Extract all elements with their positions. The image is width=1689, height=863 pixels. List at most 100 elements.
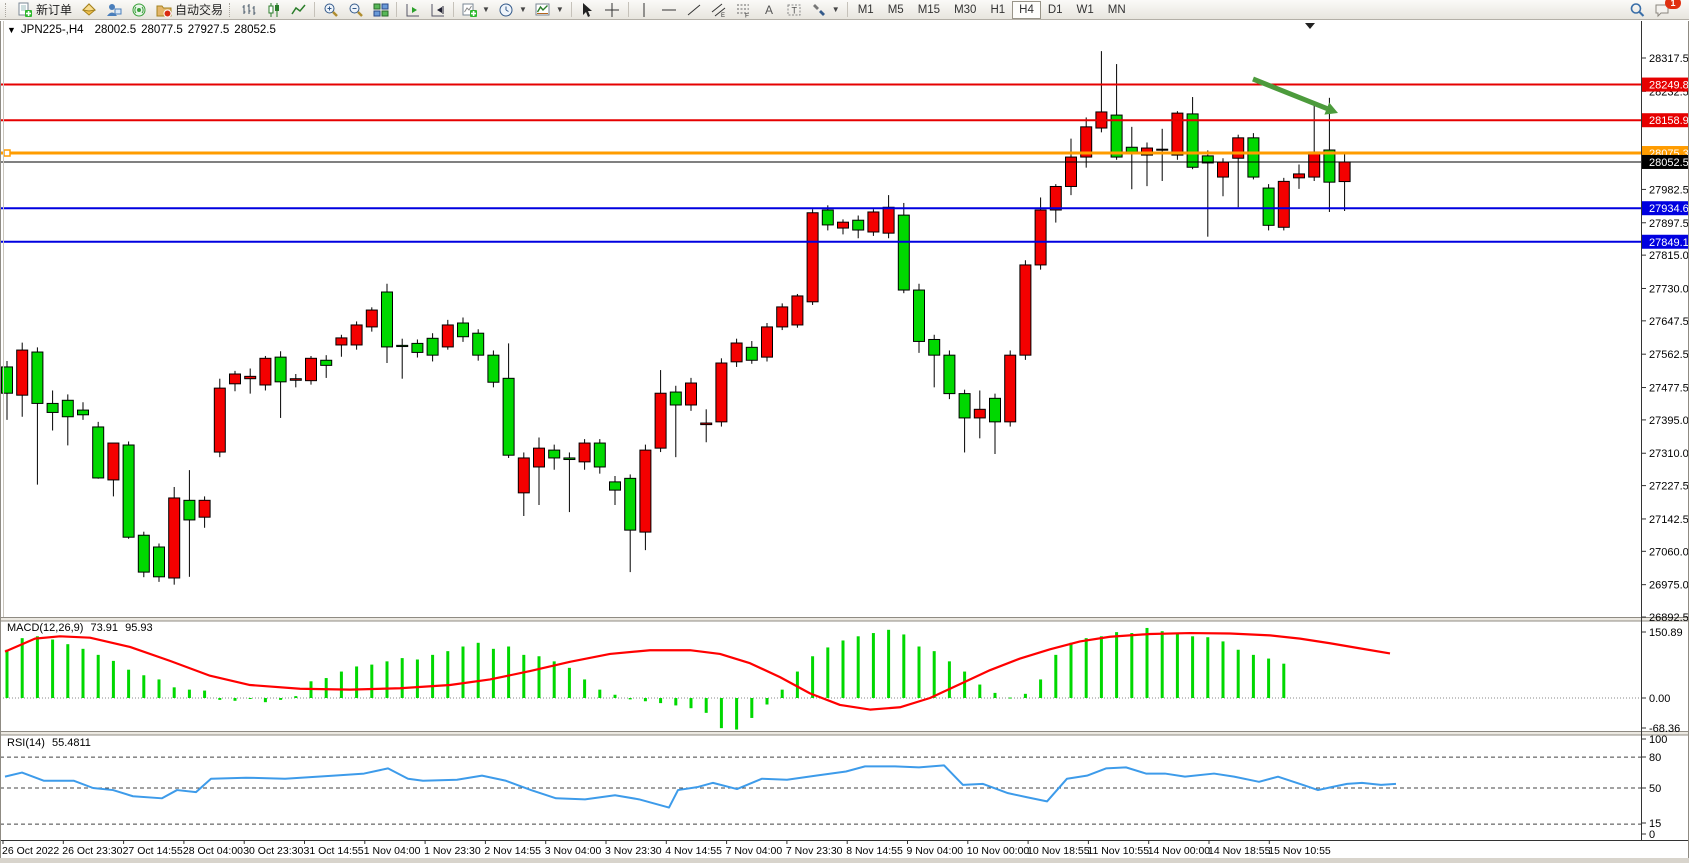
chart-background <box>0 21 1689 863</box>
toolbar-drag-handle[interactable] <box>5 3 10 17</box>
chart-shift-icon[interactable] <box>425 1 450 19</box>
bull-candle <box>701 423 712 425</box>
new-chart-icon <box>461 2 478 18</box>
trendline-icon[interactable] <box>682 1 707 19</box>
price-tick-label: 27477.5 <box>1649 383 1689 395</box>
time-tick-label: 1 Nov 23:30 <box>424 845 481 857</box>
macd-histogram-bar <box>492 649 495 698</box>
toolbar-drag-handle[interactable] <box>229 3 234 17</box>
price-badge-label: 28249.8 <box>1649 80 1689 92</box>
bull-candle <box>1218 162 1229 177</box>
fibonacci-icon[interactable]: F <box>732 1 757 19</box>
bear-candle <box>929 339 940 355</box>
bear-candle <box>62 400 73 416</box>
bear-candle <box>594 443 605 467</box>
bear-candle <box>473 333 484 355</box>
panel-splitter[interactable] <box>0 732 1689 736</box>
zoom-out-icon[interactable] <box>343 1 368 19</box>
bear-candle <box>184 500 195 520</box>
timeframe-M1[interactable]: M1 <box>851 1 881 19</box>
price-tick-label: 27897.5 <box>1649 218 1689 230</box>
bull-candle <box>169 498 180 578</box>
macd-histogram-bar <box>568 668 571 698</box>
timeframe-MN[interactable]: MN <box>1101 1 1133 19</box>
price-badge-label: 27849.1 <box>1649 237 1689 249</box>
macd-histogram-bar <box>1054 655 1057 698</box>
time-tick-label: 2 Nov 14:55 <box>484 845 541 857</box>
templates-button[interactable]: ▼ <box>531 0 568 20</box>
macd-histogram-bar <box>994 693 997 698</box>
macd-histogram-bar <box>902 634 905 698</box>
chart-canvas[interactable]: 28317.528232.527982.527897.527815.027730… <box>0 0 1689 863</box>
price-badge-label: 27934.6 <box>1649 203 1689 215</box>
chat-button[interactable]: 1 <box>1650 0 1675 20</box>
equidistant-channel-icon[interactable]: E <box>707 1 732 19</box>
tile-windows-icon[interactable] <box>368 1 393 19</box>
text-icon[interactable]: A <box>757 1 782 19</box>
timeframe-M15[interactable]: M15 <box>911 1 947 19</box>
bull-candle <box>366 310 377 327</box>
timeframe-M5[interactable]: M5 <box>881 1 911 19</box>
market-icon[interactable] <box>101 1 126 19</box>
vertical-line-icon[interactable] <box>632 1 657 19</box>
timeframe-H1[interactable]: H1 <box>983 1 1012 19</box>
timeframe-W1[interactable]: W1 <box>1070 1 1101 19</box>
bull-candle <box>1005 355 1016 422</box>
timeframe-M30[interactable]: M30 <box>947 1 983 19</box>
macd-histogram-bar <box>1267 659 1270 698</box>
new-chart-button[interactable]: ▼ <box>457 0 494 20</box>
bear-candle <box>549 450 560 458</box>
chart-candles-icon[interactable] <box>261 1 286 19</box>
svg-text:E: E <box>721 13 725 18</box>
timeframe-D1[interactable]: D1 <box>1041 1 1070 19</box>
horizontal-line-icon[interactable] <box>657 1 682 19</box>
bull-candle <box>1278 181 1289 227</box>
line-anchor-handle[interactable] <box>4 150 10 156</box>
macd-histogram-bar <box>978 685 981 698</box>
ohlc-collapse-arrow[interactable]: ▼ <box>7 25 16 35</box>
macd-histogram-bar <box>1282 664 1285 698</box>
ohlc-high: 28077.5 <box>141 24 183 36</box>
macd-histogram-bar <box>462 647 465 698</box>
macd-histogram-bar <box>1146 628 1149 698</box>
crosshair-icon[interactable] <box>600 1 625 19</box>
macd-histogram-bar <box>446 651 449 698</box>
auto-trading-button[interactable]: 自动交易 <box>151 0 227 20</box>
bear-candle <box>382 292 393 347</box>
bull-candle <box>1309 152 1320 177</box>
bull-candle <box>351 325 362 345</box>
bear-candle <box>32 352 43 403</box>
signals-icon[interactable] <box>126 1 151 19</box>
macd-histogram-bar <box>1024 694 1027 698</box>
bear-candle <box>78 410 89 415</box>
chart-bars-icon[interactable] <box>236 1 261 19</box>
toolbar-separator <box>847 2 848 17</box>
period-button[interactable]: ▼ <box>494 0 531 20</box>
mql-editor-icon[interactable] <box>76 1 101 19</box>
toolbar-separator <box>314 2 315 17</box>
cursor-icon[interactable] <box>575 1 600 19</box>
dropdown-arrow-icon: ▼ <box>519 5 527 14</box>
macd-value-main: 73.91 <box>90 622 118 634</box>
auto-scroll-icon[interactable] <box>400 1 425 19</box>
terminal-window: 新订单 自动交易 ▼ ▼ ▼ E F A T ▼ <box>0 0 1689 863</box>
price-tick-label: 27730.0 <box>1649 283 1689 295</box>
macd-histogram-bar <box>872 633 875 698</box>
bear-candle <box>488 355 499 382</box>
new-order-button[interactable]: 新订单 <box>12 0 76 20</box>
chart-line-icon[interactable] <box>286 1 311 19</box>
rsi-scale-label: 100 <box>1649 734 1667 746</box>
bear-candle <box>944 355 955 393</box>
search-icon[interactable] <box>1625 1 1650 19</box>
timeframe-H4[interactable]: H4 <box>1012 1 1041 19</box>
macd-histogram-bar <box>142 675 145 698</box>
toolbar-separator <box>453 2 454 17</box>
bear-candle <box>914 290 925 341</box>
panel-splitter[interactable] <box>0 618 1689 622</box>
bear-candle <box>275 357 286 382</box>
bear-candle <box>990 398 1001 422</box>
arrows-shapes-button[interactable]: ▼ <box>807 0 844 20</box>
auto-trading-icon <box>155 2 172 18</box>
zoom-in-icon[interactable] <box>318 1 343 19</box>
text-label-icon[interactable]: T <box>782 1 807 19</box>
